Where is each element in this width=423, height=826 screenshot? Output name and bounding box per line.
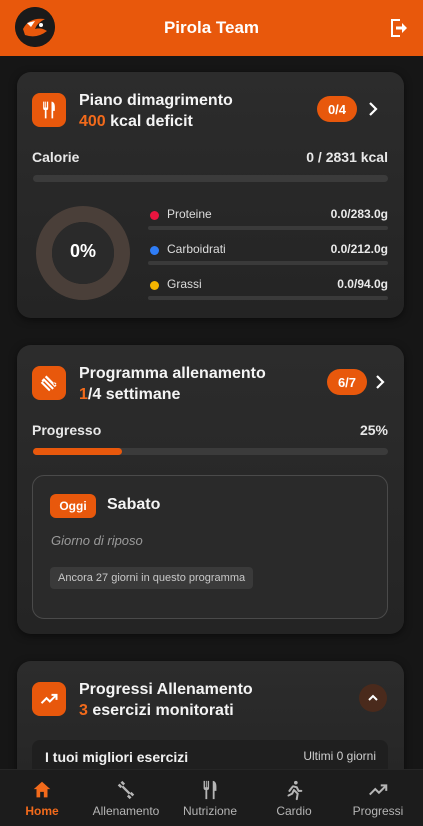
progress-title: Progressi Allenamento — [79, 681, 253, 698]
best-exercises-range[interactable]: Ultimi 0 giorni — [303, 749, 376, 763]
nav-allenamento[interactable]: Allenamento — [84, 770, 168, 826]
calories-label: Calorie — [32, 149, 80, 165]
macro-row-proteine: Proteine 0.0/283.0g — [148, 207, 388, 237]
app-title: Pirola Team — [163, 18, 260, 37]
progress-icon-box — [32, 682, 66, 716]
nav-home[interactable]: Home — [0, 770, 84, 826]
dumbbell-icon — [40, 375, 57, 392]
remaining-days-chip: Ancora 27 giorni in questo programma — [50, 567, 254, 589]
nav-label: Cardio — [276, 804, 312, 818]
exercise-count-text: esercizi monitorati — [87, 702, 234, 719]
training-badge[interactable]: 6/7 — [327, 369, 367, 395]
donut-percent: 0% — [69, 241, 96, 261]
nutrition-deficit: 400 kcal deficit — [79, 113, 193, 131]
nav-nutrizione[interactable]: Nutrizione — [168, 770, 252, 826]
macro-dot — [150, 246, 159, 255]
nav-label: Home — [25, 804, 59, 818]
nav-label: Allenamento — [92, 804, 160, 818]
nutrition-title: Piano dimagrimento — [79, 92, 233, 109]
today-panel[interactable]: Oggi Sabato Giorno di riposo Ancora 27 g… — [32, 475, 388, 619]
training-icon-box — [32, 366, 66, 400]
nav-label: Nutrizione — [182, 804, 238, 818]
chevron-right-icon[interactable] — [366, 102, 380, 116]
team-logo[interactable] — [15, 7, 55, 47]
dumbbell-icon — [117, 780, 135, 800]
day-name: Sabato — [107, 496, 161, 513]
macro-name: Proteine — [167, 207, 212, 221]
deficit-value: 400 — [79, 113, 106, 130]
training-progress-fill — [33, 448, 122, 455]
trending-up-icon — [40, 693, 58, 704]
training-progress-label: Progresso — [32, 422, 102, 438]
logout-icon[interactable] — [387, 16, 411, 40]
macro-dot — [150, 211, 159, 220]
macro-track — [148, 226, 388, 230]
today-badge: Oggi — [50, 494, 96, 518]
fork-knife-icon — [43, 101, 55, 119]
training-progress-value: 25% — [359, 422, 388, 438]
calories-value: 0 / 2831 kcal — [306, 149, 388, 165]
home-icon — [33, 781, 51, 798]
bottom-nav: Home Allenamento Nutrizione Cardio Progr… — [0, 769, 423, 826]
trending-up-icon — [369, 784, 388, 796]
day-status: Giorno di riposo — [51, 533, 143, 548]
macro-name: Grassi — [167, 277, 202, 291]
macro-track — [148, 296, 388, 300]
nutrition-badge[interactable]: 0/4 — [317, 96, 357, 122]
week-current: 1 — [79, 386, 88, 403]
macro-row-carboidrati: Carboidrati 0.0/212.0g — [148, 242, 388, 272]
macro-name: Carboidrati — [167, 242, 226, 256]
macro-value: 0.0/212.0g — [330, 242, 388, 256]
macro-dot — [150, 281, 159, 290]
collapse-button[interactable] — [359, 684, 387, 712]
macro-value: 0.0/283.0g — [330, 207, 388, 221]
app-bar: Pirola Team — [0, 0, 423, 56]
best-exercises-title: I tuoi migliori esercizi — [45, 749, 189, 765]
nav-cardio[interactable]: Cardio — [252, 770, 336, 826]
nav-label: Progressi — [352, 804, 404, 818]
week-text: /4 settimane — [87, 386, 181, 403]
training-title: Programma allenamento — [79, 365, 266, 382]
logo-image — [15, 7, 55, 47]
running-icon — [287, 780, 303, 801]
deficit-text: kcal deficit — [105, 113, 193, 130]
chevron-up-icon — [368, 694, 378, 701]
exercise-count: 3 — [79, 702, 88, 719]
nutrition-icon-box — [32, 93, 66, 127]
training-progress-bar — [33, 448, 388, 455]
macro-track — [148, 261, 388, 265]
macro-value: 0.0/94.0g — [337, 277, 388, 291]
progress-count: 3 esercizi monitorati — [79, 702, 234, 720]
nav-progressi[interactable]: Progressi — [336, 770, 420, 826]
macro-row-grassi: Grassi 0.0/94.0g — [148, 277, 388, 307]
fork-knife-icon — [203, 780, 217, 800]
training-weeks: 1/4 settimane — [79, 386, 180, 404]
chevron-right-icon[interactable] — [373, 375, 387, 389]
calories-bar — [33, 175, 388, 182]
